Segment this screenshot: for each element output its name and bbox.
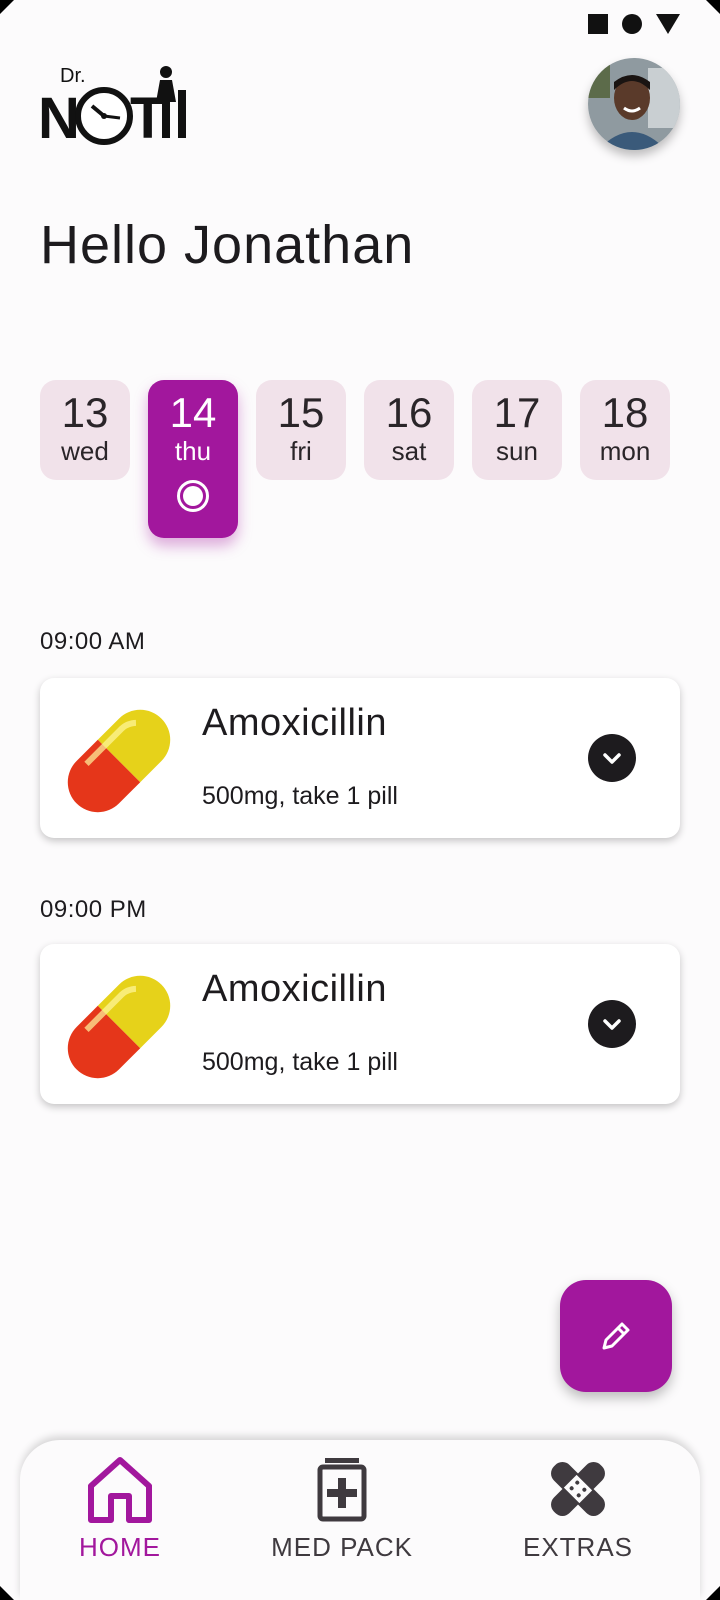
med-pack-icon [317,1458,367,1522]
chevron-down-icon [603,753,621,764]
day-number: 17 [493,389,541,436]
selected-indicator-icon [177,480,209,512]
greeting-title: Hello Jonathan [40,215,415,275]
day-number: 15 [277,389,325,436]
medication-dose: 500mg, take 1 pill [202,1048,398,1076]
medication-name: Amoxicillin [202,968,387,1010]
home-icon [88,1457,152,1523]
medication-name: Amoxicillin [202,702,387,744]
day-selector: 13 wed 14 thu 15 fri 16 sat 17 sun 18 mo… [40,380,680,540]
medication-card[interactable]: Amoxicillin 500mg, take 1 pill [40,944,680,1104]
day-weekday: thu [174,436,212,466]
medication-dose: 500mg, take 1 pill [202,782,398,810]
day-15[interactable]: 15 fri [256,380,346,480]
square-icon [588,14,608,34]
bottom-navigation: HOME MED PACK EXTRAS [20,1440,700,1600]
nav-extras[interactable]: EXTRAS [478,1440,678,1600]
bandage-icon [551,1462,605,1516]
medication-card[interactable]: Amoxicillin 500mg, take 1 pill [40,678,680,838]
day-16[interactable]: 16 sat [364,380,454,480]
screen-corner [706,0,720,14]
schedule-time-label: 09:00 PM [40,896,147,923]
nav-home[interactable]: HOME [20,1440,220,1600]
day-number: 14 [169,389,217,436]
screen-corner [706,1586,720,1600]
pill-capsule-icon [67,975,171,1079]
screen-corner [0,1586,14,1600]
day-weekday: wed [61,436,109,466]
edit-fab-button[interactable] [560,1280,672,1392]
day-13[interactable]: 13 wed [40,380,130,480]
day-weekday: sun [496,436,538,466]
avatar[interactable] [588,58,680,150]
svg-text:N: N [38,86,80,151]
day-17[interactable]: 17 sun [472,380,562,480]
day-14-selected[interactable]: 14 thu [148,380,238,538]
pencil-icon [602,1322,630,1350]
day-number: 16 [385,389,433,436]
day-weekday: mon [599,436,651,466]
circle-icon [622,14,642,34]
day-weekday: sat [391,436,427,466]
svg-text:Dr.: Dr. [60,65,86,87]
nav-med-pack[interactable]: MED PACK [242,1440,442,1600]
day-weekday: fri [290,436,312,466]
screen-corner [0,0,14,14]
schedule-time-label: 09:00 AM [40,628,146,655]
nav-label: HOME [79,1532,161,1562]
expand-button[interactable] [588,1000,636,1048]
expand-button[interactable] [588,734,636,782]
app-logo: Dr. N T [38,60,198,160]
nav-label: EXTRAS [522,1532,634,1562]
chevron-down-icon [603,1019,621,1030]
day-18[interactable]: 18 mon [580,380,670,480]
pill-capsule-icon [67,709,171,813]
nav-label: MED PACK [271,1532,413,1562]
day-number: 13 [61,389,109,436]
status-bar [588,12,680,36]
day-number: 18 [601,389,649,436]
triangle-icon [656,14,680,34]
